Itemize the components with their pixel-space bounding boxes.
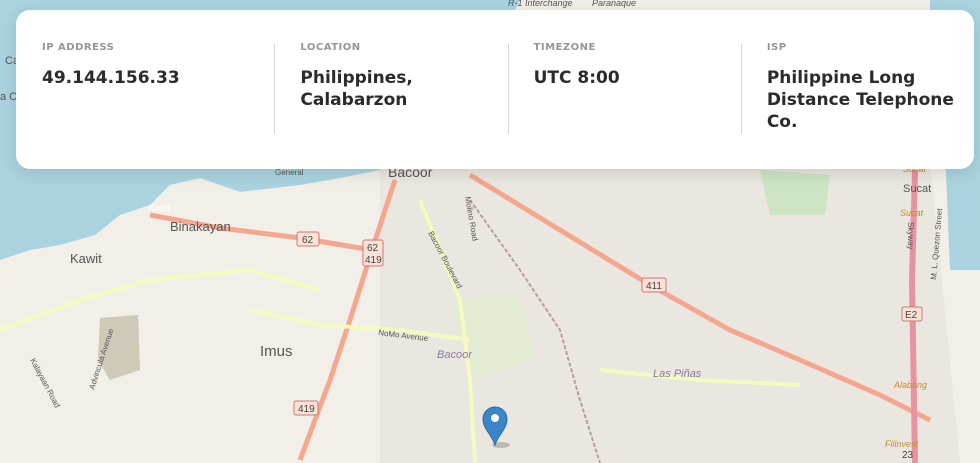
ip-address-section: IP ADDRESS 49.144.156.33 xyxy=(42,42,274,169)
place-kawit-small: Kawit xyxy=(148,203,171,213)
place-imus: Imus xyxy=(260,343,293,360)
shield-62: 62 xyxy=(302,235,314,246)
place-alabang: Alabang xyxy=(893,380,927,390)
location-value: Philippines, Calabarzon xyxy=(300,68,413,110)
place-paranaque: Paranaque xyxy=(592,0,636,8)
isp-section: ISP Philippine Long Distance Telephone C… xyxy=(740,42,974,169)
place-sucat-3: Sucat xyxy=(900,208,924,218)
shield-62b: 62 xyxy=(367,243,379,254)
ip-address-value: 49.144.156.33 xyxy=(42,68,180,88)
shield-419: 419 xyxy=(365,255,382,266)
shield-411: 411 xyxy=(646,281,662,292)
timezone-section: TIMEZONE UTC 8:00 xyxy=(507,42,741,169)
place-general: General xyxy=(275,168,304,177)
location-section: LOCATION Philippines, Calabarzon xyxy=(274,42,507,169)
place-binakayan: Binakayan xyxy=(170,219,231,234)
isp-label: ISP xyxy=(766,42,787,53)
place-bacoor-district: Bacoor xyxy=(437,349,473,361)
timezone-label: TIMEZONE xyxy=(533,42,596,53)
ip-info-card: IP ADDRESS 49.144.156.33 LOCATION Philip… xyxy=(16,10,974,169)
shield-e2: E2 xyxy=(905,310,918,321)
green-area-2 xyxy=(760,170,830,215)
place-interchange: R-1 Interchange xyxy=(508,0,573,8)
ip-address-label: IP ADDRESS xyxy=(42,42,115,53)
location-label: LOCATION xyxy=(300,42,361,53)
place-sucat-2: Sucat xyxy=(903,183,931,195)
isp-value: Philippine Long Distance Telephone Co. xyxy=(766,68,954,132)
place-las-pinas: Las Piñas xyxy=(653,368,702,380)
place-kawit: Kawit xyxy=(70,251,102,266)
road-skyway: Skyway xyxy=(906,222,915,250)
timezone-value: UTC 8:00 xyxy=(533,68,620,88)
place-filinvest: Filinvest xyxy=(885,439,919,449)
shield-23: 23 xyxy=(902,450,914,461)
shield-419b: 419 xyxy=(298,404,315,415)
